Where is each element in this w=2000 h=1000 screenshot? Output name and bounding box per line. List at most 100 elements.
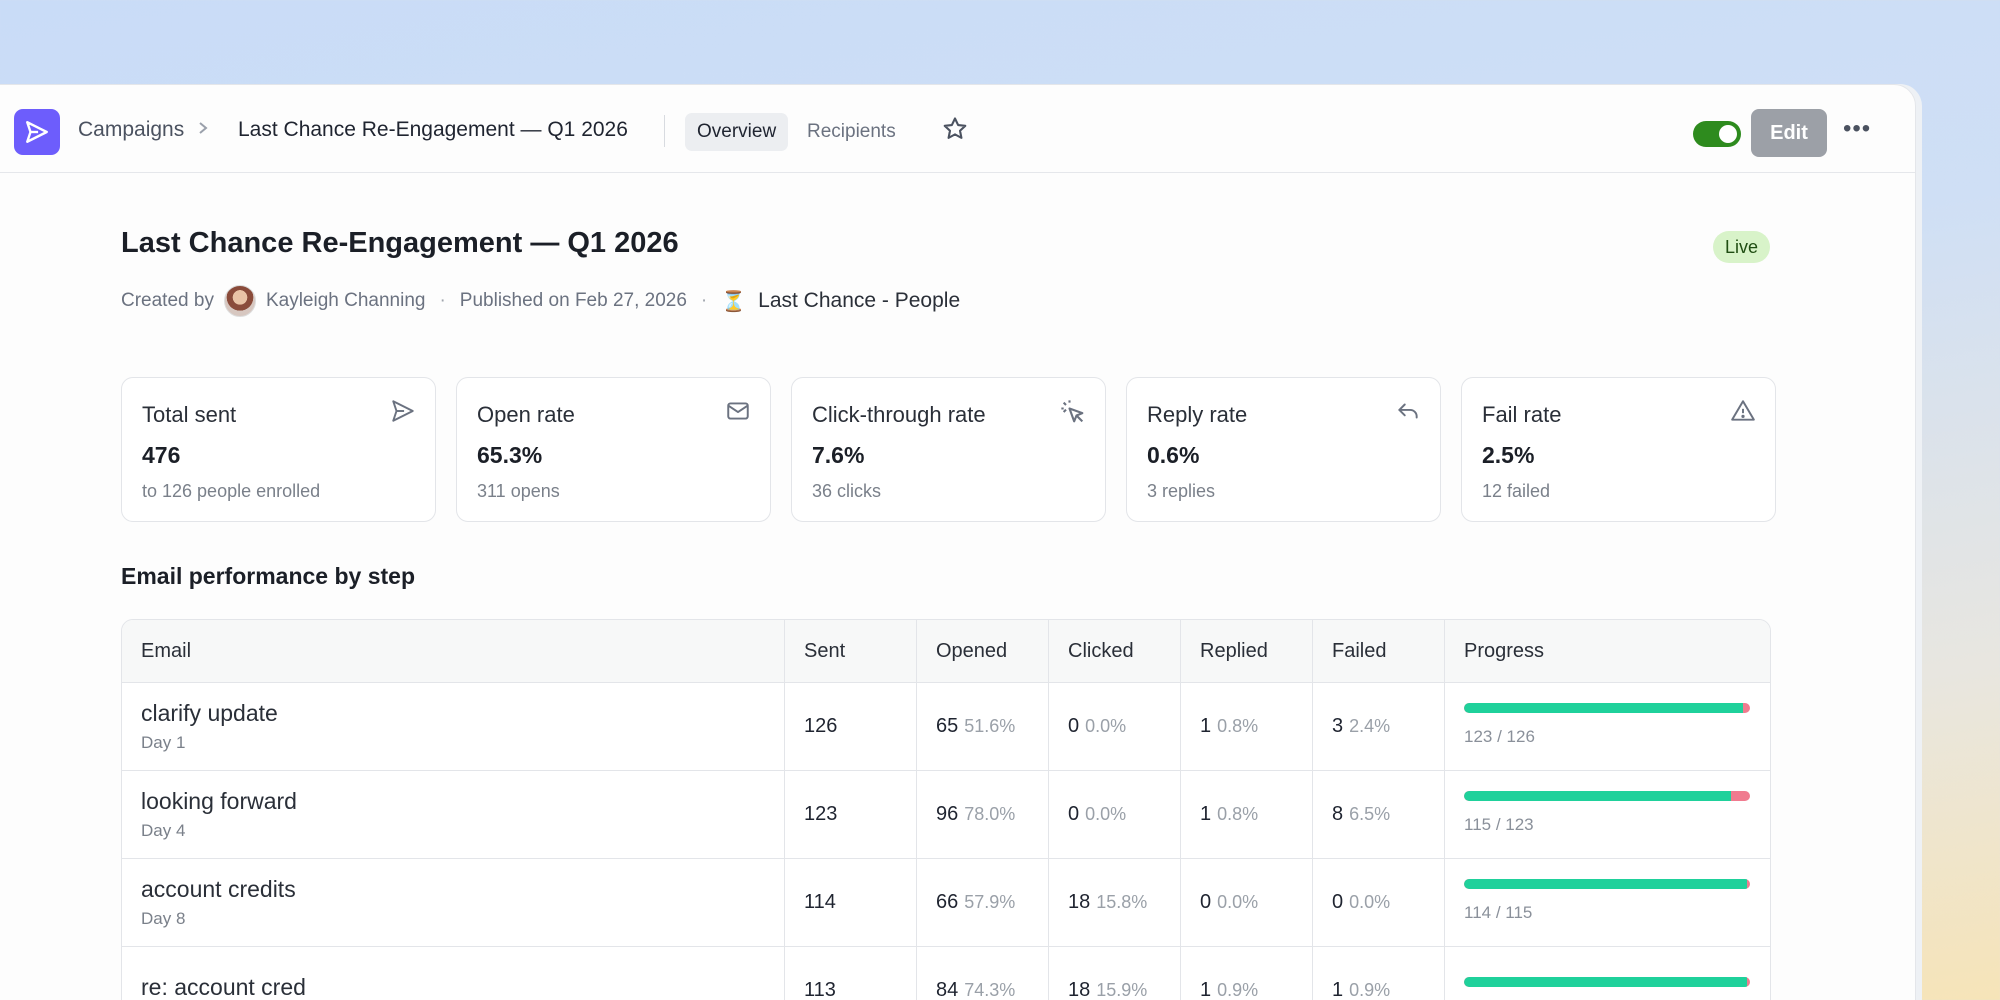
sent-count: 114 (804, 891, 836, 913)
email-subject[interactable]: account credits (141, 876, 784, 903)
star-icon[interactable] (941, 115, 969, 148)
section-title: Email performance by step (121, 563, 415, 589)
stat-sub: 36 clicks (812, 481, 882, 501)
table-row[interactable]: account credits Day 8 114 66 57.9% 18 15.8%… (122, 858, 1770, 946)
published-date: Published on Feb 27, 2026 (459, 290, 687, 311)
stat-card-total-sent: Total sent 476 to 126 people enrolled (121, 377, 436, 522)
progress-bar (1464, 790, 1750, 801)
stat-value: 65.3% (477, 442, 543, 468)
hourglass-icon: ⏳ (721, 290, 747, 313)
progress-label: 115 / 123 (1464, 814, 1534, 834)
app-logo-icon[interactable] (14, 109, 60, 155)
column-header-replied[interactable]: Replied (1180, 620, 1312, 682)
author-name[interactable]: Kayleigh Channing (266, 290, 426, 312)
stat-value: 0.6% (1147, 442, 1200, 468)
stat-card-reply-rate: Reply rate 0.6% 3 replies (1126, 377, 1441, 522)
progress-label: 114 / 115 (1464, 902, 1533, 922)
avatar (223, 285, 256, 317)
failed-percent: 2.4% (1349, 716, 1391, 736)
cursor-click-icon (1059, 398, 1087, 431)
more-options-icon[interactable]: ••• (1843, 115, 1871, 143)
mail-icon (724, 398, 752, 429)
email-subject[interactable]: re: account cred (141, 974, 784, 1000)
email-subject[interactable]: looking forward (141, 788, 784, 815)
column-header-progress[interactable]: Progress (1444, 620, 1770, 682)
stat-sub: 311 opens (477, 481, 560, 501)
column-header-opened[interactable]: Opened (916, 620, 1048, 682)
table-row[interactable]: re: account cred 113 84 74.3% 18 15.9% 1 0.… (122, 946, 1770, 1000)
column-header-email[interactable]: Email (122, 620, 784, 682)
opened-percent: 57.9% (964, 892, 1016, 912)
send-icon (389, 398, 417, 429)
stat-value: 2.5% (1482, 442, 1535, 468)
stat-card-fail-rate: Fail rate 2.5% 12 failed (1461, 377, 1776, 522)
replied-percent: 0.8% (1217, 804, 1259, 824)
breadcrumb-current: Last Chance Re-Engagement — Q1 2026 (238, 118, 628, 141)
tab-recipients[interactable]: Recipients (795, 113, 908, 151)
stat-label: Open rate (477, 402, 575, 427)
replied-count: 1 (1200, 715, 1212, 737)
failed-percent: 6.5% (1349, 804, 1391, 824)
campaign-meta: Created by Kayleigh Channing · Published… (121, 285, 960, 317)
campaign-active-toggle[interactable] (1693, 121, 1741, 147)
created-by-label: Created by (121, 290, 214, 311)
app-window: Campaigns Last Chance Re-Engagement — Q1… (0, 84, 1916, 1000)
clicked-count: 0 (1068, 715, 1080, 737)
failed-count: 1 (1332, 979, 1344, 1000)
progress-label: 123 / 126 (1464, 726, 1535, 746)
divider (664, 115, 665, 147)
stat-label: Click-through rate (812, 402, 986, 427)
progress-bar (1464, 702, 1750, 713)
replied-percent: 0.0% (1217, 892, 1259, 912)
audience-name[interactable]: Last Chance - People (758, 289, 960, 313)
stat-label: Total sent (142, 402, 237, 427)
stats-cards: Total sent 476 to 126 people enrolled Op… (121, 377, 1776, 522)
replied-percent: 0.9% (1217, 980, 1259, 1000)
email-day: Day 1 (141, 733, 186, 752)
email-day: Day 8 (141, 909, 186, 928)
clicked-count: 18 (1068, 891, 1091, 913)
column-header-failed[interactable]: Failed (1312, 620, 1444, 682)
tab-overview[interactable]: Overview (685, 113, 789, 151)
progress-bar-fill (1464, 790, 1732, 801)
email-subject[interactable]: clarify update (141, 700, 784, 727)
column-header-sent[interactable]: Sent (784, 620, 916, 682)
stat-value: 7.6% (812, 442, 865, 468)
stat-value: 476 (142, 442, 181, 468)
progress-bar-fill (1464, 702, 1744, 713)
failed-count: 8 (1332, 803, 1344, 825)
stat-label: Reply rate (1147, 402, 1248, 427)
failed-percent: 0.0% (1349, 892, 1391, 912)
warning-icon (1729, 398, 1757, 429)
failed-count: 0 (1332, 891, 1344, 913)
stat-card-open-rate: Open rate 65.3% 311 opens (456, 377, 771, 522)
separator-dot: · (700, 290, 708, 311)
opened-count: 96 (936, 803, 959, 825)
progress-bar (1464, 878, 1750, 889)
clicked-percent: 0.0% (1085, 804, 1127, 824)
stat-sub: 3 replies (1147, 481, 1216, 501)
progress-bar (1464, 976, 1750, 987)
edit-button[interactable]: Edit (1751, 109, 1827, 157)
table-row[interactable]: looking forward Day 4 123 96 78.0% 0 0.0% 1… (122, 770, 1770, 858)
email-performance-table: Email Sent Opened Clicked Replied Failed… (121, 619, 1771, 1000)
clicked-count: 0 (1068, 803, 1080, 825)
toggle-knob (1719, 125, 1737, 143)
status-badge: Live (1713, 231, 1771, 263)
table-row[interactable]: clarify update Day 1 126 65 51.6% 0 0.0% 10… (122, 682, 1770, 770)
clicked-percent: 15.8% (1096, 892, 1148, 912)
clicked-percent: 15.9% (1096, 980, 1148, 1000)
stat-card-click-through-rate: Click-through rate 7.6% 36 clicks (791, 377, 1106, 522)
sent-count: 126 (804, 715, 838, 737)
stat-sub: 12 failed (1482, 481, 1551, 501)
opened-count: 84 (936, 979, 959, 1000)
opened-percent: 51.6% (964, 716, 1016, 736)
replied-count: 1 (1200, 979, 1212, 1000)
replied-count: 1 (1200, 803, 1212, 825)
column-header-clicked[interactable]: Clicked (1048, 620, 1180, 682)
breadcrumb-campaigns-link[interactable]: Campaigns (78, 118, 184, 142)
sent-count: 113 (804, 979, 836, 1000)
stat-label: Fail rate (1482, 402, 1562, 427)
top-bar: Campaigns Last Chance Re-Engagement — Q1… (0, 85, 1915, 173)
opened-percent: 78.0% (964, 804, 1016, 824)
